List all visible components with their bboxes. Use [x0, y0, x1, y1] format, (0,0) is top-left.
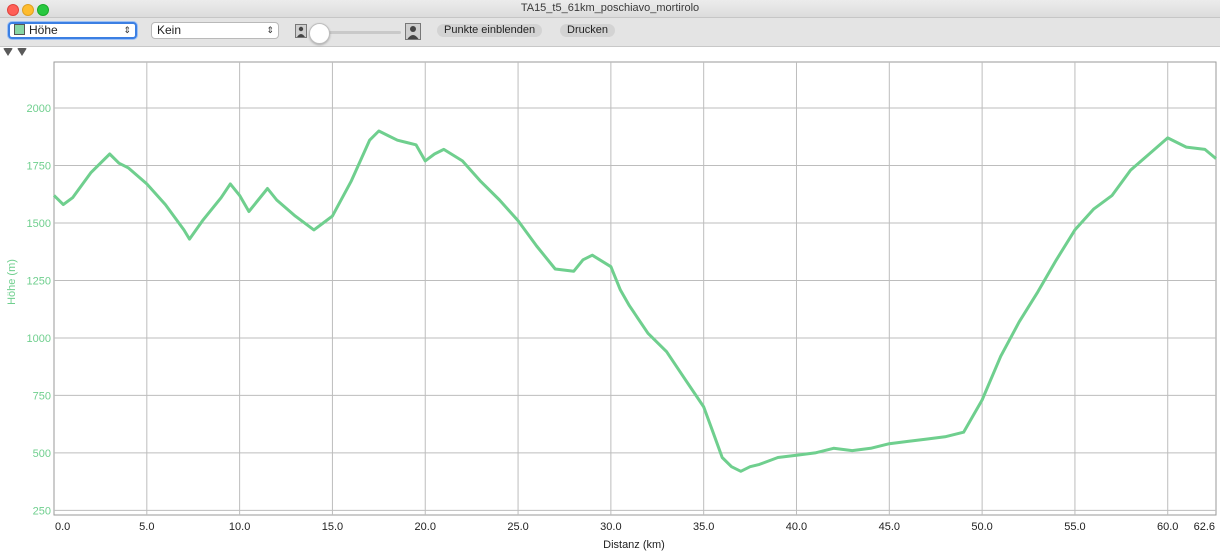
y-tick-label: 1000 — [27, 333, 51, 345]
x-tick-label: 50.0 — [971, 521, 992, 533]
y-tick-label: 750 — [33, 390, 51, 402]
y-tick-label: 500 — [33, 448, 51, 460]
x-tick-label: 60.0 — [1157, 521, 1178, 533]
x-tick-label: 10.0 — [229, 521, 250, 533]
elevation-chart: 250 500 750 1000 1250 1500 1750 2000 0.0 5.0 10.0… — [6, 61, 1217, 551]
x-tick-label: 45.0 — [879, 521, 900, 533]
x-tick-label: 30.0 — [600, 521, 621, 533]
y-tick-label: 1250 — [27, 275, 51, 287]
x-tick-label: 25.0 — [507, 521, 528, 533]
x-tick-label: 5.0 — [139, 521, 154, 533]
x-axis-label: Distanz (km) — [603, 539, 665, 551]
x-tick-label: 15.0 — [322, 521, 343, 533]
plot-area — [53, 61, 1217, 516]
x-tick-label: 0.0 — [55, 521, 70, 533]
y-tick-label: 1750 — [27, 160, 51, 172]
y-axis-label: Höhe (m) — [6, 259, 18, 305]
x-tick-label: 20.0 — [415, 521, 436, 533]
y-tick-label: 1500 — [27, 218, 51, 230]
x-tick-label: 62.6 — [1194, 521, 1215, 533]
x-tick-label: 55.0 — [1064, 521, 1085, 533]
y-axis-ticks: 250 500 750 1000 1250 1500 1750 2000 — [27, 103, 51, 517]
x-tick-label: 35.0 — [693, 521, 714, 533]
y-tick-label: 250 — [33, 505, 51, 517]
x-tick-label: 40.0 — [786, 521, 807, 533]
y-tick-label: 2000 — [27, 103, 51, 115]
x-axis-ticks: 0.0 5.0 10.0 15.0 20.0 25.0 30.0 35.0 40.0 45.0 50… — [55, 521, 1215, 533]
